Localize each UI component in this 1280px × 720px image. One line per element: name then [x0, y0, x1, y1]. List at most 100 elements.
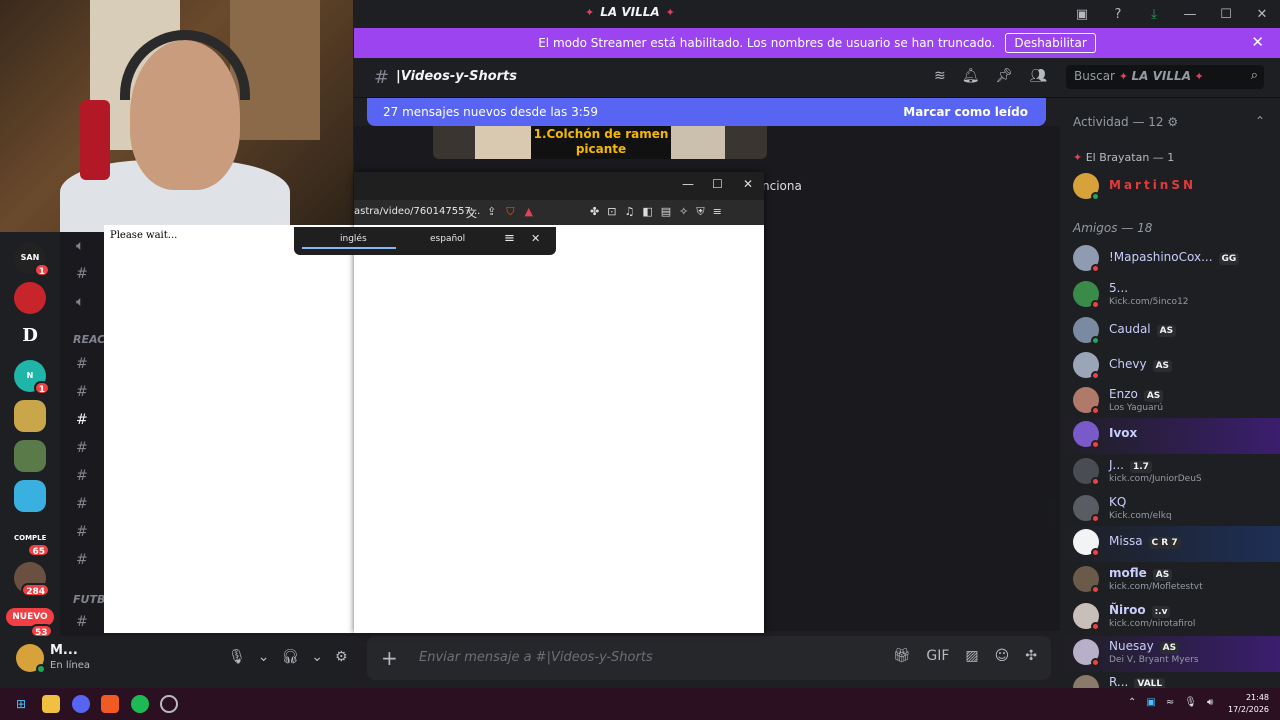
- member-row[interactable]: MartinSN: [1061, 170, 1280, 206]
- member-row[interactable]: !MapashinoCox... GG: [1061, 242, 1280, 278]
- video-thumbnail[interactable]: 1.Colchón de ramen picante: [433, 126, 767, 159]
- wallet-icon[interactable]: ▤: [661, 205, 671, 219]
- search-input[interactable]: Buscar ✦ LA VILLA ✦ ⌕: [1066, 65, 1264, 89]
- chat-scrollbar[interactable]: [1048, 497, 1055, 523]
- app-icon[interactable]: [160, 695, 178, 713]
- url-field[interactable]: astra/video/760147557...: [354, 206, 480, 217]
- bell-icon[interactable]: 🔔︎: [962, 68, 980, 84]
- gift-icon[interactable]: 🎁︎: [893, 648, 911, 664]
- user-name[interactable]: M...: [50, 643, 78, 658]
- server-icon[interactable]: SAN 1: [14, 242, 50, 277]
- gear-icon[interactable]: ⚙: [335, 649, 348, 665]
- channel-hash-icon[interactable]: #: [76, 524, 88, 540]
- sidebar-icon[interactable]: ◧: [642, 205, 652, 219]
- server-icon[interactable]: 284: [14, 562, 50, 597]
- sticker-icon[interactable]: ▨: [965, 648, 978, 664]
- music-icon[interactable]: ♫: [624, 205, 634, 219]
- chevron-down-icon[interactable]: ⌄: [311, 649, 323, 665]
- member-row[interactable]: Missa C R 7: [1061, 526, 1280, 562]
- server-icon[interactable]: [14, 282, 46, 314]
- discord-icon[interactable]: [72, 695, 90, 713]
- menu-icon[interactable]: ≡: [504, 231, 515, 246]
- brave-icon[interactable]: [101, 695, 119, 713]
- server-icon[interactable]: N 1: [14, 360, 50, 395]
- member-row[interactable]: KQ Kick.com/elkq: [1061, 492, 1280, 528]
- translate-icon[interactable]: 文: [466, 205, 477, 221]
- close-icon[interactable]: ✕: [531, 232, 540, 245]
- emoji-icon[interactable]: ☺: [995, 648, 1010, 664]
- maximize-icon[interactable]: ☐: [712, 177, 723, 191]
- chevron-up-icon[interactable]: ⌃: [1128, 697, 1136, 708]
- server-icon[interactable]: [14, 440, 46, 472]
- channel-hash-icon[interactable]: #: [76, 384, 88, 400]
- chevron-down-icon[interactable]: ⌄: [258, 649, 270, 665]
- inbox-icon[interactable]: ▣: [1064, 7, 1100, 22]
- channel-hash-icon[interactable]: #: [76, 496, 88, 512]
- windows-start-icon[interactable]: ⊞: [12, 695, 30, 713]
- browser-title-bar[interactable]: — ☐ ✕: [354, 172, 764, 200]
- member-row[interactable]: J... 1.7 kick.com/JuniorDeuS: [1061, 455, 1280, 491]
- vpn-icon[interactable]: ⛨: [696, 205, 704, 219]
- app-tray-icon[interactable]: ▣: [1146, 697, 1155, 708]
- microphone-icon[interactable]: 🎙︎: [1184, 697, 1197, 708]
- channel-hash-icon[interactable]: #: [76, 468, 88, 484]
- apps-icon[interactable]: ✣: [1025, 648, 1037, 664]
- member-row[interactable]: Nuesay AS Dei V, Bryant Myers: [1061, 636, 1280, 672]
- wifi-icon[interactable]: ≈: [1166, 697, 1174, 708]
- channel-hash-icon[interactable]: #: [76, 440, 88, 456]
- close-icon[interactable]: ✕: [1244, 7, 1280, 22]
- download-icon[interactable]: ⤓: [1136, 7, 1172, 22]
- disable-streamer-button[interactable]: Deshabilitar: [1005, 33, 1096, 53]
- activity-header[interactable]: Actividad — 12 ⚙ ⌃: [1073, 114, 1265, 129]
- add-attachment-icon[interactable]: +: [381, 646, 398, 670]
- microphone-icon[interactable]: 🎙︎: [228, 649, 246, 665]
- headphones-icon[interactable]: 🎧︎: [282, 649, 300, 665]
- member-row[interactable]: Caudal AS: [1061, 314, 1280, 350]
- message-input[interactable]: Enviar mensaje a #|Videos-y-Shorts: [419, 650, 653, 665]
- server-icon[interactable]: COMPLEX 65: [14, 522, 50, 557]
- help-icon[interactable]: ?: [1100, 7, 1136, 22]
- member-row[interactable]: Ñiroo:.v kick.com/nirotafirol: [1061, 600, 1280, 636]
- member-row[interactable]: Chevy AS: [1061, 349, 1280, 385]
- minimize-icon[interactable]: —: [682, 177, 694, 191]
- category-label[interactable]: REAC: [73, 333, 105, 346]
- server-icon[interactable]: [14, 400, 46, 432]
- channel-speaker-icon[interactable]: 🔈︎: [76, 294, 84, 310]
- file-explorer-icon[interactable]: [42, 695, 60, 713]
- member-row[interactable]: R... VALL: [1061, 672, 1280, 688]
- member-row[interactable]: 5... Kick.com/5inco12: [1061, 278, 1280, 314]
- extensions-icon[interactable]: ✤: [590, 205, 599, 219]
- pin-icon[interactable]: 📌︎: [996, 68, 1014, 84]
- server-icon[interactable]: [14, 480, 46, 512]
- gif-icon[interactable]: GIF: [926, 648, 949, 664]
- minimize-icon[interactable]: —: [1172, 7, 1208, 22]
- channel-hash-icon[interactable]: #: [76, 614, 88, 630]
- share-icon[interactable]: ⇪: [487, 205, 496, 221]
- menu-icon[interactable]: ≡: [713, 205, 722, 219]
- message-composer[interactable]: + Enviar mensaje a #|Videos-y-Shorts 🎁︎ …: [367, 636, 1051, 680]
- category-label[interactable]: FUTB: [73, 593, 105, 606]
- spotify-icon[interactable]: [131, 695, 149, 713]
- shield-icon[interactable]: ⛉: [506, 205, 514, 221]
- system-clock[interactable]: 21:48 17/2/2026: [1228, 692, 1269, 716]
- server-icon[interactable]: D: [14, 320, 46, 352]
- channel-hash-icon[interactable]: #: [76, 356, 88, 372]
- mark-read-button[interactable]: Marcar como leído: [903, 105, 1028, 119]
- screenshot-icon[interactable]: ⊡: [607, 205, 616, 219]
- new-messages-bar[interactable]: 27 mensajes nuevos desde las 3:59 Marcar…: [367, 98, 1046, 126]
- ai-icon[interactable]: ✧: [679, 205, 688, 219]
- member-row[interactable]: Ivox: [1061, 418, 1280, 454]
- close-icon[interactable]: ✕: [1251, 33, 1264, 51]
- channel-hash-icon[interactable]: #: [76, 412, 88, 428]
- tab-target-language[interactable]: español: [430, 234, 465, 244]
- members-icon[interactable]: 👥︎: [1029, 68, 1047, 84]
- browser-address-bar[interactable]: astra/video/760147557... 文 ⇪ ⛉ ▲ ✤ ⊡ ♫ ◧…: [354, 200, 764, 225]
- channel-hash-icon[interactable]: #: [76, 552, 88, 568]
- volume-icon[interactable]: 🔊︎: [1207, 697, 1213, 708]
- maximize-icon[interactable]: ☐: [1208, 7, 1244, 22]
- threads-icon[interactable]: ≋: [934, 68, 946, 84]
- member-row[interactable]: mofle AS kick.com/Mofletestvt: [1061, 563, 1280, 599]
- close-icon[interactable]: ✕: [743, 177, 753, 191]
- channel-icon-speaker[interactable]: 🔈︎: [76, 238, 84, 254]
- channel-hash-icon[interactable]: #: [76, 266, 88, 282]
